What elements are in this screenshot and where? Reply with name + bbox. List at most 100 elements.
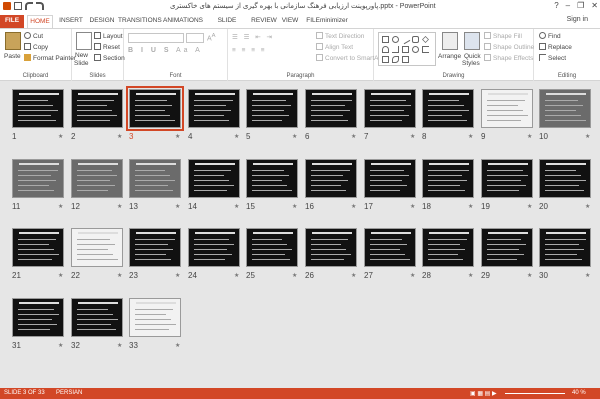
slide-transition-star-icon[interactable]: ★ bbox=[58, 272, 63, 279]
shape-effects-button[interactable]: Shape Effects bbox=[484, 54, 533, 62]
save-icon[interactable] bbox=[14, 2, 22, 10]
slide-thumbnail[interactable] bbox=[246, 89, 298, 128]
tab-animations[interactable]: ANIMATIONS bbox=[163, 15, 203, 28]
slide-thumbnail[interactable] bbox=[129, 228, 181, 267]
circle-shape-icon[interactable] bbox=[412, 46, 419, 53]
slide-thumbnail[interactable] bbox=[481, 228, 533, 267]
slide-transition-star-icon[interactable]: ★ bbox=[527, 133, 532, 140]
tab-slide-show[interactable]: SLIDE SHOW bbox=[207, 15, 247, 36]
rounded-rect-shape-icon[interactable] bbox=[412, 36, 419, 43]
tab-fileminimizer[interactable]: FILEminimizer bbox=[305, 15, 349, 28]
slide-thumbnail[interactable] bbox=[481, 89, 533, 128]
font-color-icons[interactable]: Aa A bbox=[176, 47, 203, 54]
tab-insert[interactable]: INSERT bbox=[58, 15, 84, 28]
slide-thumbnail[interactable] bbox=[539, 89, 591, 128]
font-format-icons[interactable]: B I U S bbox=[128, 47, 172, 54]
slide-transition-star-icon[interactable]: ★ bbox=[585, 203, 590, 210]
slide-transition-star-icon[interactable]: ★ bbox=[292, 203, 297, 210]
quick-styles-icon[interactable] bbox=[464, 32, 480, 50]
slide-transition-star-icon[interactable]: ★ bbox=[58, 342, 63, 349]
list-icons[interactable]: ☰ ☰ ⇤ ⇥ bbox=[232, 33, 274, 41]
arrow-shape-icon[interactable] bbox=[382, 56, 389, 63]
slide-thumbnail[interactable] bbox=[246, 159, 298, 198]
slide-transition-star-icon[interactable]: ★ bbox=[58, 133, 63, 140]
slide-thumbnail[interactable] bbox=[364, 159, 416, 198]
slide-thumbnail[interactable] bbox=[12, 298, 64, 337]
paste-icon[interactable] bbox=[5, 32, 21, 50]
slide-transition-star-icon[interactable]: ★ bbox=[175, 342, 180, 349]
slide-thumbnail[interactable] bbox=[539, 159, 591, 198]
slide-thumbnail[interactable] bbox=[129, 298, 181, 337]
slide-transition-star-icon[interactable]: ★ bbox=[468, 133, 473, 140]
close-button[interactable]: ✕ bbox=[591, 1, 598, 10]
textbox-shape-icon[interactable] bbox=[402, 46, 409, 53]
copy-button[interactable]: Copy bbox=[24, 43, 48, 51]
view-buttons[interactable]: ▣ ▦ ▤ ▶ bbox=[470, 390, 497, 397]
replace-button[interactable]: Replace bbox=[539, 43, 572, 51]
arc-shape-icon[interactable] bbox=[382, 46, 389, 53]
slide-transition-star-icon[interactable]: ★ bbox=[585, 272, 590, 279]
slide-thumbnail[interactable] bbox=[305, 228, 357, 267]
slide-transition-star-icon[interactable]: ★ bbox=[234, 203, 239, 210]
slide-thumbnail[interactable] bbox=[481, 159, 533, 198]
slide-thumbnail[interactable] bbox=[188, 159, 240, 198]
slide-transition-star-icon[interactable]: ★ bbox=[527, 203, 532, 210]
slide-thumbnail[interactable] bbox=[364, 89, 416, 128]
slide-thumbnail[interactable] bbox=[71, 228, 123, 267]
slide-thumbnail[interactable] bbox=[12, 89, 64, 128]
help-icon[interactable]: ? bbox=[554, 1, 558, 10]
new-slide-button[interactable]: New bbox=[75, 52, 88, 59]
slide-thumbnail[interactable] bbox=[422, 159, 474, 198]
format-painter-button[interactable]: Format Painter bbox=[24, 54, 76, 62]
slide-thumbnail[interactable] bbox=[12, 228, 64, 267]
tab-file[interactable]: FILE bbox=[0, 15, 24, 28]
leaf-shape-icon[interactable] bbox=[392, 56, 399, 63]
quick-styles-button[interactable]: Quick bbox=[464, 53, 481, 60]
sign-in-link[interactable]: Sign in bbox=[567, 16, 588, 23]
slide-transition-star-icon[interactable]: ★ bbox=[351, 133, 356, 140]
layout-button[interactable]: Layout bbox=[94, 32, 123, 40]
reset-button[interactable]: Reset bbox=[94, 43, 120, 51]
slide-transition-star-icon[interactable]: ★ bbox=[351, 203, 356, 210]
slide-thumbnail[interactable] bbox=[364, 228, 416, 267]
zoom-slider[interactable] bbox=[505, 393, 565, 394]
slide-transition-star-icon[interactable]: ★ bbox=[234, 272, 239, 279]
slide-thumbnail[interactable] bbox=[188, 228, 240, 267]
slide-transition-star-icon[interactable]: ★ bbox=[117, 342, 122, 349]
tab-transitions[interactable]: TRANSITIONS bbox=[118, 15, 162, 28]
tab-view[interactable]: VIEW bbox=[280, 15, 300, 28]
rectangle-shape-icon[interactable] bbox=[382, 36, 389, 43]
slide-thumbnail[interactable] bbox=[305, 89, 357, 128]
arrange-icon[interactable] bbox=[442, 32, 458, 50]
select-button[interactable]: Select bbox=[539, 54, 566, 62]
line-shape-icon[interactable] bbox=[400, 34, 411, 45]
slide-transition-star-icon[interactable]: ★ bbox=[410, 203, 415, 210]
connector-shape-icon[interactable] bbox=[392, 46, 399, 53]
slide-thumbnail[interactable] bbox=[129, 159, 181, 198]
shape-outline-button[interactable]: Shape Outline bbox=[484, 43, 534, 51]
arrange-button[interactable]: Arrange bbox=[438, 53, 461, 60]
slide-transition-star-icon[interactable]: ★ bbox=[410, 133, 415, 140]
slide-transition-star-icon[interactable]: ★ bbox=[175, 272, 180, 279]
slide-count-status[interactable]: SLIDE 3 OF 33 bbox=[4, 390, 45, 396]
slide-transition-star-icon[interactable]: ★ bbox=[351, 272, 356, 279]
paste-button[interactable]: Paste bbox=[4, 53, 21, 60]
slide-thumbnail[interactable] bbox=[188, 89, 240, 128]
slide-transition-star-icon[interactable]: ★ bbox=[117, 272, 122, 279]
language-status[interactable]: PERSIAN bbox=[56, 390, 82, 396]
diamond-shape-icon[interactable] bbox=[422, 36, 429, 43]
slide-transition-star-icon[interactable]: ★ bbox=[468, 203, 473, 210]
align-icons[interactable]: ≡ ≡ ≡ ≡ bbox=[232, 47, 267, 54]
shapes-gallery[interactable] bbox=[378, 32, 436, 66]
slide-thumbnail[interactable] bbox=[305, 159, 357, 198]
restore-button[interactable]: ❐ bbox=[577, 1, 584, 10]
bracket-shape-icon[interactable] bbox=[422, 46, 429, 53]
find-button[interactable]: Find bbox=[539, 32, 561, 40]
zoom-level[interactable]: 40 % bbox=[572, 390, 586, 396]
shape-fill-button[interactable]: Shape Fill bbox=[484, 32, 522, 40]
slide-thumbnail[interactable] bbox=[539, 228, 591, 267]
font-name-combo[interactable] bbox=[128, 33, 184, 43]
tab-review[interactable]: REVIEW bbox=[251, 15, 277, 28]
tab-home[interactable]: HOME bbox=[27, 15, 53, 28]
cut-button[interactable]: Cut bbox=[24, 32, 43, 40]
